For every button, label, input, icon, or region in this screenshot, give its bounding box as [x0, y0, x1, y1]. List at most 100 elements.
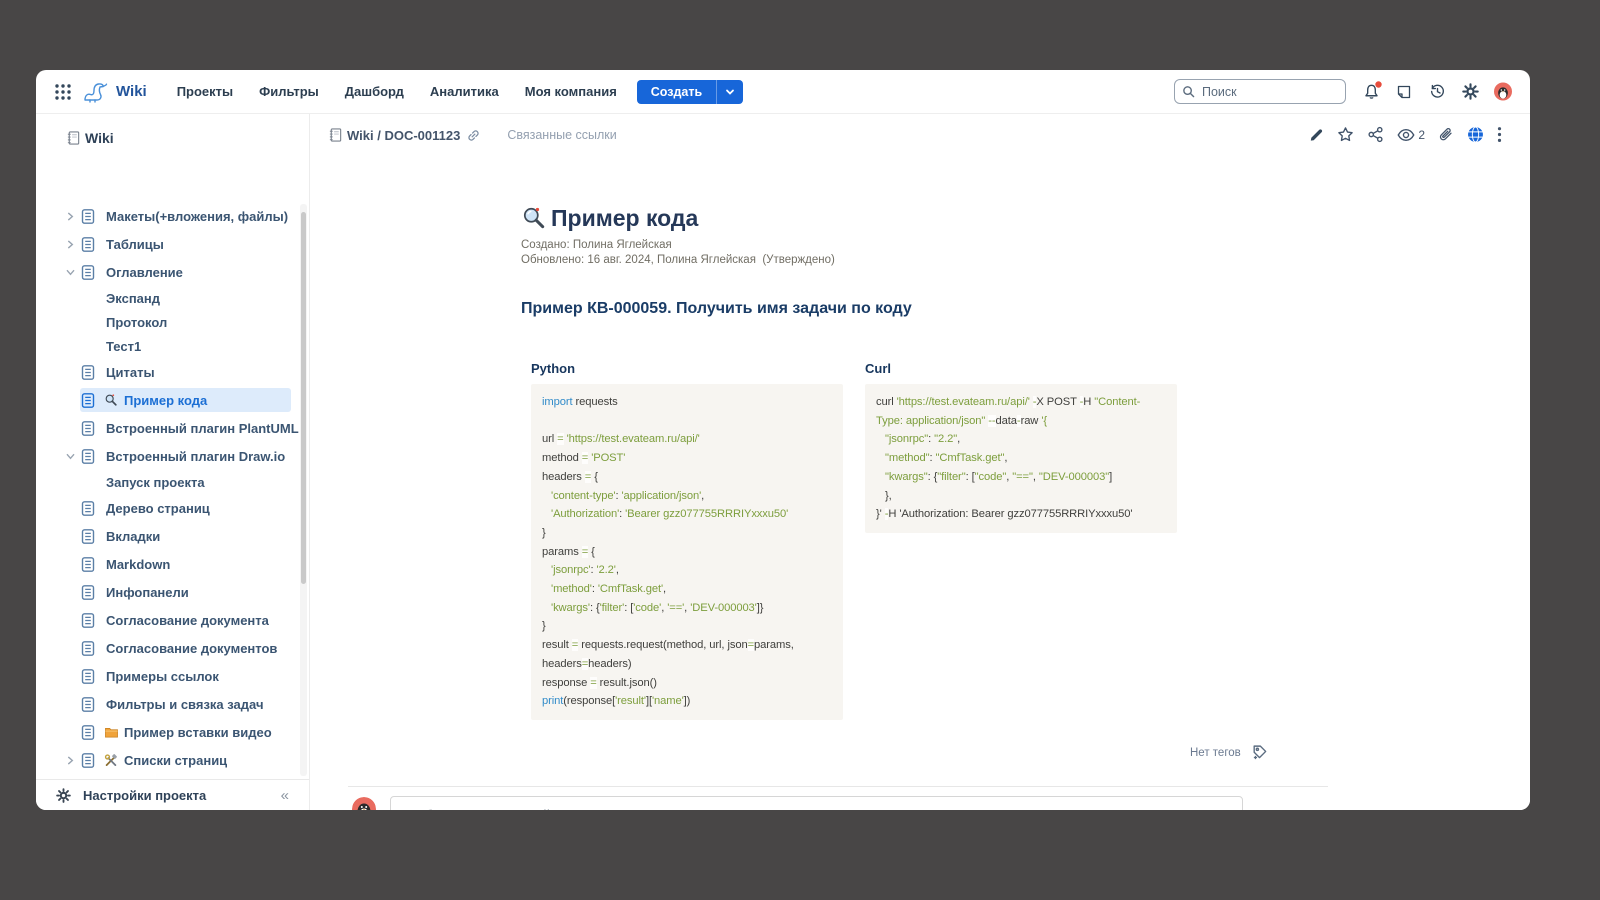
edit-pencil-icon[interactable] [1308, 127, 1324, 143]
document-icon [80, 364, 104, 381]
page-toolbar: 2 [1308, 126, 1502, 143]
sidebar-item[interactable]: Фильтры и связка задач [36, 690, 299, 718]
sidebar-item[interactable]: Пример вставки видео [36, 718, 299, 746]
chevron-down-icon[interactable] [66, 452, 80, 461]
sidebar-item[interactable]: Встроенный плагин Draw.io [36, 442, 299, 470]
python-code-block[interactable]: import requests url = 'https://test.evat… [531, 384, 843, 720]
chevron-right-icon[interactable] [66, 212, 80, 221]
page-title-text: Пример кода [551, 204, 698, 232]
search-box[interactable] [1174, 79, 1346, 104]
curl-column: Curl curl 'https://test.evateam.ru/api/'… [865, 361, 1177, 720]
nav-link-filters[interactable]: Фильтры [259, 84, 319, 99]
sidebar-item[interactable]: Протокол [36, 310, 299, 334]
search-input[interactable] [1200, 84, 1314, 100]
notification-dot [1375, 81, 1382, 88]
breadcrumb-path[interactable]: Wiki / DOC-001123 [347, 128, 460, 143]
create-button[interactable]: Создать [637, 80, 716, 104]
collapse-sidebar-button[interactable]: « [281, 787, 289, 804]
history-icon[interactable] [1428, 83, 1446, 101]
document-icon [80, 208, 104, 225]
tags-row: Нет тегов [1190, 744, 1268, 761]
favorite-star-icon[interactable] [1337, 126, 1354, 143]
sidebar-scrollbar[interactable] [300, 204, 307, 776]
sidebar-item[interactable]: Пример кода [36, 386, 299, 414]
notebook-icon [328, 127, 343, 143]
sidebar-item-label: Протокол [106, 315, 167, 330]
notifications-bell-icon[interactable] [1362, 83, 1380, 101]
app-window: Wiki Проекты Фильтры Дашборд Аналитика М… [36, 70, 1530, 810]
sidebar-item[interactable]: Списки страниц [36, 746, 299, 774]
no-tags-label: Нет тегов [1190, 747, 1241, 759]
main-content: Wiki / DOC-001123 Связанные ссылки [310, 114, 1530, 810]
curl-code-block[interactable]: curl 'https://test.evateam.ru/api/' -X P… [865, 384, 1177, 533]
scrollbar-thumb[interactable] [301, 212, 306, 584]
sidebar-item[interactable]: Цитаты [36, 358, 299, 386]
globe-icon[interactable] [1467, 126, 1484, 143]
sidebar-item-label: Тест1 [106, 339, 141, 354]
python-label: Python [531, 361, 843, 376]
brand-title[interactable]: Wiki [116, 83, 147, 100]
sidebar-item-label: Цитаты [106, 365, 155, 380]
chevron-right-icon[interactable] [66, 240, 80, 249]
document-icon [80, 668, 104, 685]
notes-icon[interactable] [1395, 83, 1413, 101]
document-icon [80, 612, 104, 629]
add-comment-input[interactable] [390, 796, 1243, 810]
add-tag-icon[interactable] [1251, 744, 1268, 761]
related-links-tab[interactable]: Связанные ссылки [507, 128, 616, 142]
settings-gear-icon[interactable] [56, 788, 71, 803]
sidebar-item[interactable]: Запуск проекта [36, 470, 299, 494]
chevron-down-icon [724, 86, 736, 98]
sidebar-header: Wiki [66, 130, 114, 146]
sidebar-item[interactable]: Тест1 [36, 334, 299, 358]
dino-logo-icon[interactable] [82, 80, 110, 104]
notebook-icon [66, 130, 81, 146]
sidebar-item[interactable]: Экспанд [36, 286, 299, 310]
sidebar-item[interactable]: Markdown [36, 550, 299, 578]
sidebar-footer: Настройки проекта « [36, 779, 309, 810]
updated-line: Обновлено: 16 авг. 2024, Полина Яглейска… [521, 253, 1281, 268]
sidebar-item[interactable]: Инфопанели [36, 578, 299, 606]
kebab-menu-icon[interactable] [1497, 126, 1502, 143]
sidebar-item[interactable]: Согласование документа [36, 606, 299, 634]
sidebar-item-label: Оглавление [106, 265, 183, 280]
share-icon[interactable] [1367, 126, 1384, 143]
document-icon [80, 724, 104, 741]
sidebar-item[interactable]: Согласование документов [36, 634, 299, 662]
sidebar-item[interactable]: Вкладки [36, 522, 299, 550]
sidebar-item[interactable]: Встроенный плагин PlantUML [36, 414, 299, 442]
sidebar-item-label: Пример кода [124, 393, 207, 408]
chevron-down-icon[interactable] [66, 268, 80, 277]
document-icon [80, 528, 104, 545]
sidebar-item[interactable]: Примеры ссылок [36, 662, 299, 690]
sidebar-item-label: Запуск проекта [106, 475, 205, 490]
sidebar-item-label: Markdown [106, 557, 170, 572]
views-eye-icon[interactable]: 2 [1397, 127, 1425, 143]
folder-icon [104, 726, 122, 739]
nav-link-company[interactable]: Моя компания [525, 84, 617, 99]
chevron-right-icon[interactable] [66, 756, 80, 765]
sidebar-item[interactable]: Макеты(+вложения, файлы) [36, 202, 299, 230]
link-icon[interactable] [466, 128, 481, 143]
page-title: Пример кода [521, 204, 1281, 232]
apps-grid-icon[interactable] [54, 83, 72, 101]
project-settings-link[interactable]: Настройки проекта [83, 788, 269, 803]
document-icon [80, 500, 104, 517]
attachment-paperclip-icon[interactable] [1438, 127, 1454, 143]
sidebar-item-label: Согласование документов [106, 641, 277, 656]
nav-link-dashboard[interactable]: Дашборд [345, 84, 404, 99]
top-navbar: Wiki Проекты Фильтры Дашборд Аналитика М… [36, 70, 1530, 114]
document-icon [80, 420, 104, 437]
document-icon [80, 236, 104, 253]
nav-link-projects[interactable]: Проекты [177, 84, 233, 99]
sidebar-item[interactable]: Таблицы [36, 230, 299, 258]
search-icon [1182, 85, 1195, 98]
sidebar-item[interactable]: Оглавление [36, 258, 299, 286]
sidebar-item[interactable]: Дерево страниц [36, 494, 299, 522]
nav-link-analytics[interactable]: Аналитика [430, 84, 499, 99]
user-avatar[interactable] [1494, 83, 1512, 101]
comments-divider [348, 786, 1328, 787]
document-icon [80, 584, 104, 601]
create-dropdown-button[interactable] [716, 80, 743, 104]
gear-icon[interactable] [1461, 83, 1479, 101]
